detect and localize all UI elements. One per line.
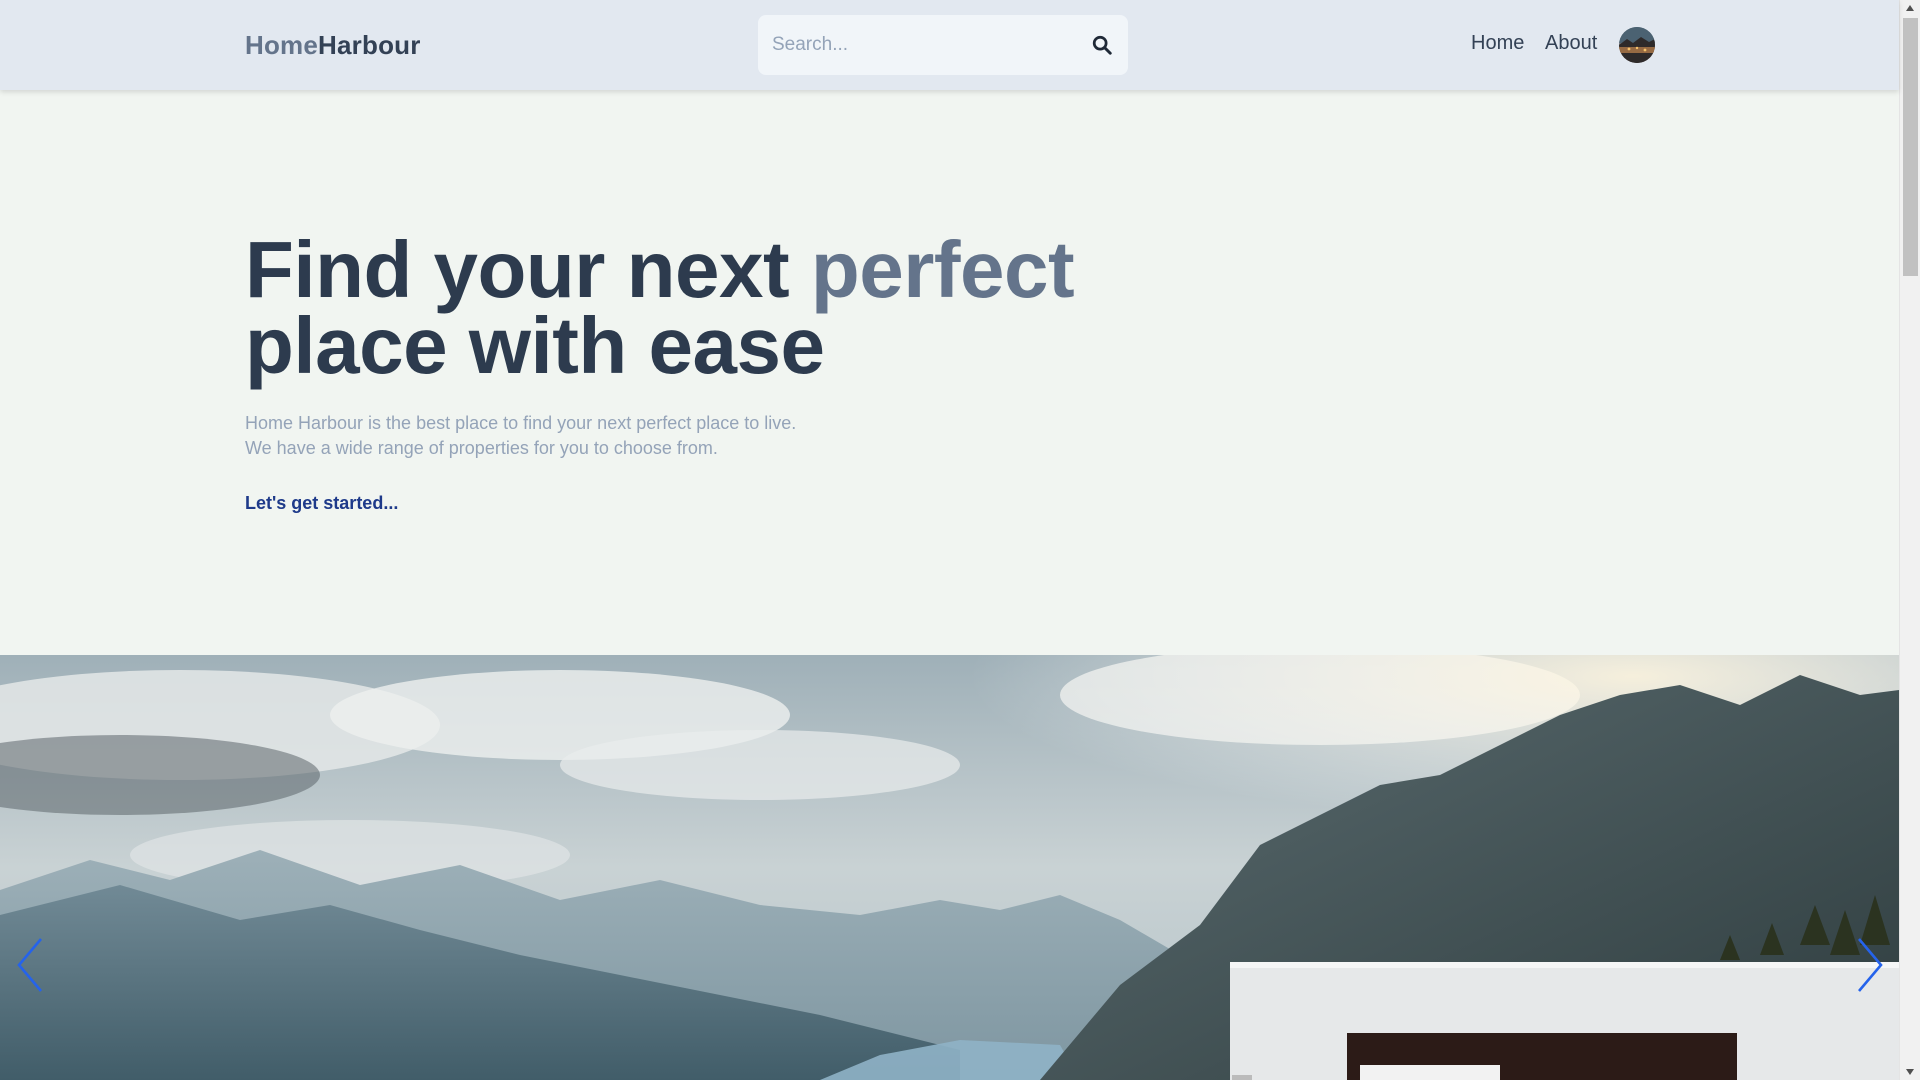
search-box: [758, 15, 1128, 75]
search-button[interactable]: [1086, 29, 1118, 61]
brand-logo[interactable]: HomeHarbour: [245, 30, 421, 61]
scroll-up-arrow-icon: [1906, 5, 1914, 11]
chevron-right-icon: [1858, 938, 1883, 992]
nav-link-about[interactable]: About: [1545, 32, 1597, 55]
carousel-prev-button[interactable]: [10, 935, 50, 995]
carousel-next-button[interactable]: [1850, 935, 1890, 995]
top-navbar: HomeHarbour Home About: [0, 0, 1899, 90]
hero-title-accent: perfect: [810, 225, 1075, 314]
chevron-left-icon: [17, 938, 42, 992]
hero-description: Home Harbour is the best place to find y…: [245, 411, 845, 461]
search-icon: [1092, 35, 1112, 55]
search-input[interactable]: [758, 15, 1078, 75]
avatar-image: [1619, 27, 1655, 63]
scroll-up-button[interactable]: [1900, 0, 1920, 16]
hero-title-line2: place with ease: [245, 301, 825, 390]
hero-title: Find your next perfect place with ease: [245, 230, 1145, 386]
hero-description-line2: We have a wide range of properties for y…: [245, 438, 718, 458]
logo-text-harbour: Harbour: [318, 30, 421, 60]
image-carousel: [0, 655, 1899, 1080]
nav-link-home[interactable]: Home: [1471, 32, 1524, 55]
scroll-down-button[interactable]: [1900, 1064, 1920, 1080]
page: HomeHarbour Home About Fi: [0, 0, 1920, 1080]
get-started-link[interactable]: Let's get started...: [245, 493, 398, 514]
scroll-down-arrow-icon: [1906, 1069, 1914, 1075]
hero-description-line1: Home Harbour is the best place to find y…: [245, 413, 797, 433]
logo-text-home: Home: [245, 30, 319, 60]
scrollbar-thumb[interactable]: [1903, 18, 1918, 276]
carousel-image-mountain-lake: [0, 655, 1899, 1080]
user-avatar[interactable]: [1619, 27, 1655, 63]
vertical-scrollbar[interactable]: [1899, 0, 1920, 1080]
